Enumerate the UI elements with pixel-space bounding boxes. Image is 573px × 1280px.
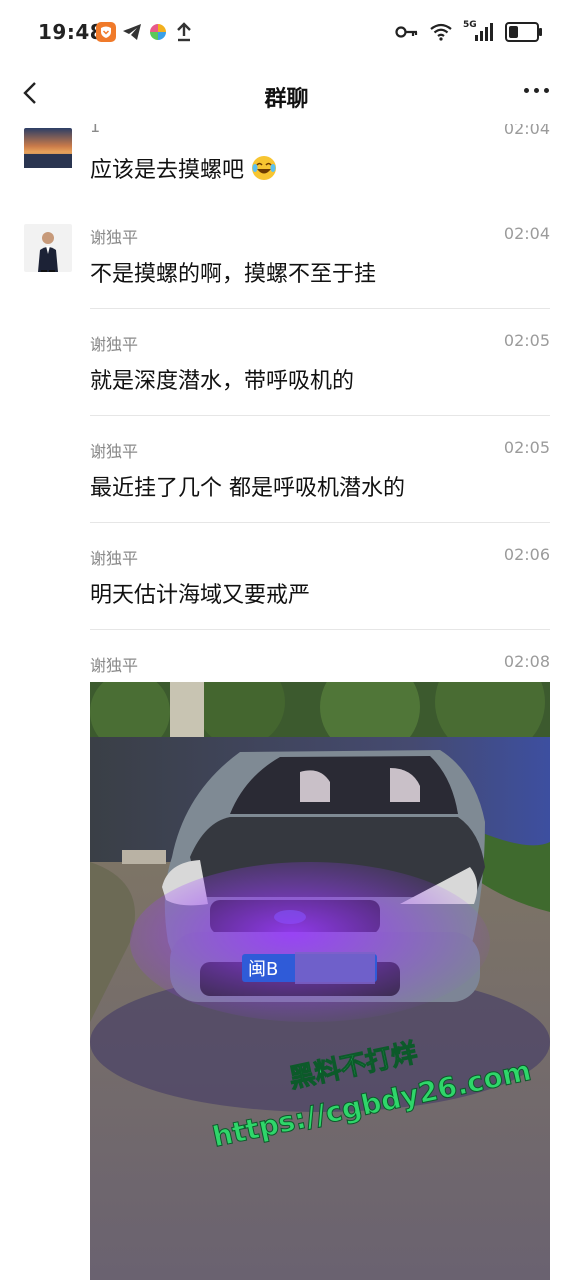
shield-app-icon bbox=[96, 22, 116, 42]
dot bbox=[534, 88, 539, 93]
avatar[interactable] bbox=[24, 224, 72, 272]
message-time: 02:04 bbox=[503, 224, 550, 243]
message-text-content: 应该是去摸螺吧 bbox=[90, 158, 245, 183]
divider bbox=[90, 522, 550, 523]
message-text: 不是摸螺的啊，摸螺不至于挂 bbox=[90, 262, 377, 287]
message-time: 02:08 bbox=[503, 652, 550, 671]
message-time: 02:04 bbox=[503, 124, 550, 138]
key-icon bbox=[395, 26, 418, 38]
license-plate-text: 闽B bbox=[248, 959, 278, 980]
laughing-crying-emoji bbox=[252, 156, 277, 180]
nav-bar: 群聊 bbox=[0, 66, 573, 124]
message-text: 就是深度潜水，带呼吸机的 bbox=[90, 369, 355, 394]
message-text: 明天估计海域又要戒严 bbox=[90, 583, 311, 608]
divider bbox=[90, 415, 550, 416]
chat-message-list[interactable]: 1 02:04 应该是去摸螺吧 谢独平 02:04 不是摸螺的啊，摸螺不至于挂 … bbox=[0, 124, 573, 1280]
sender-name: 1 bbox=[90, 124, 101, 136]
telegram-icon bbox=[122, 22, 142, 42]
wifi-icon bbox=[430, 23, 452, 41]
dot bbox=[524, 88, 529, 93]
more-options-button[interactable] bbox=[524, 88, 549, 93]
message-time: 02:05 bbox=[503, 331, 550, 350]
page-title: 群聊 bbox=[264, 87, 309, 112]
message-text: 最近挂了几个 都是呼吸机潜水的 bbox=[90, 476, 405, 501]
message-text: 应该是去摸螺吧 bbox=[90, 152, 277, 184]
sender-name: 谢独平 bbox=[90, 656, 139, 675]
avatar[interactable] bbox=[24, 128, 72, 176]
status-system-icons: 5G bbox=[395, 20, 542, 42]
divider bbox=[90, 308, 550, 309]
car-photo[interactable]: 闽B 黑料不打烊 https://cgbdy26.com bbox=[90, 682, 550, 1280]
message-time: 02:05 bbox=[503, 438, 550, 457]
status-time: 19:48 bbox=[38, 20, 105, 44]
dot bbox=[544, 88, 549, 93]
battery-fill bbox=[509, 26, 518, 38]
status-notification-icons bbox=[96, 22, 194, 42]
sender-name: 谢独平 bbox=[90, 442, 139, 461]
sender-name: 谢独平 bbox=[90, 228, 139, 247]
status-bar: 19:48 5G bbox=[0, 0, 573, 66]
message-time: 02:06 bbox=[503, 545, 550, 564]
battery-icon bbox=[505, 22, 542, 42]
sender-name: 谢独平 bbox=[90, 335, 139, 354]
upload-icon bbox=[174, 22, 194, 42]
5g-signal-icon: 5G bbox=[463, 20, 495, 42]
divider bbox=[90, 629, 550, 630]
sender-name: 谢独平 bbox=[90, 549, 139, 568]
pinwheel-icon bbox=[148, 22, 168, 42]
